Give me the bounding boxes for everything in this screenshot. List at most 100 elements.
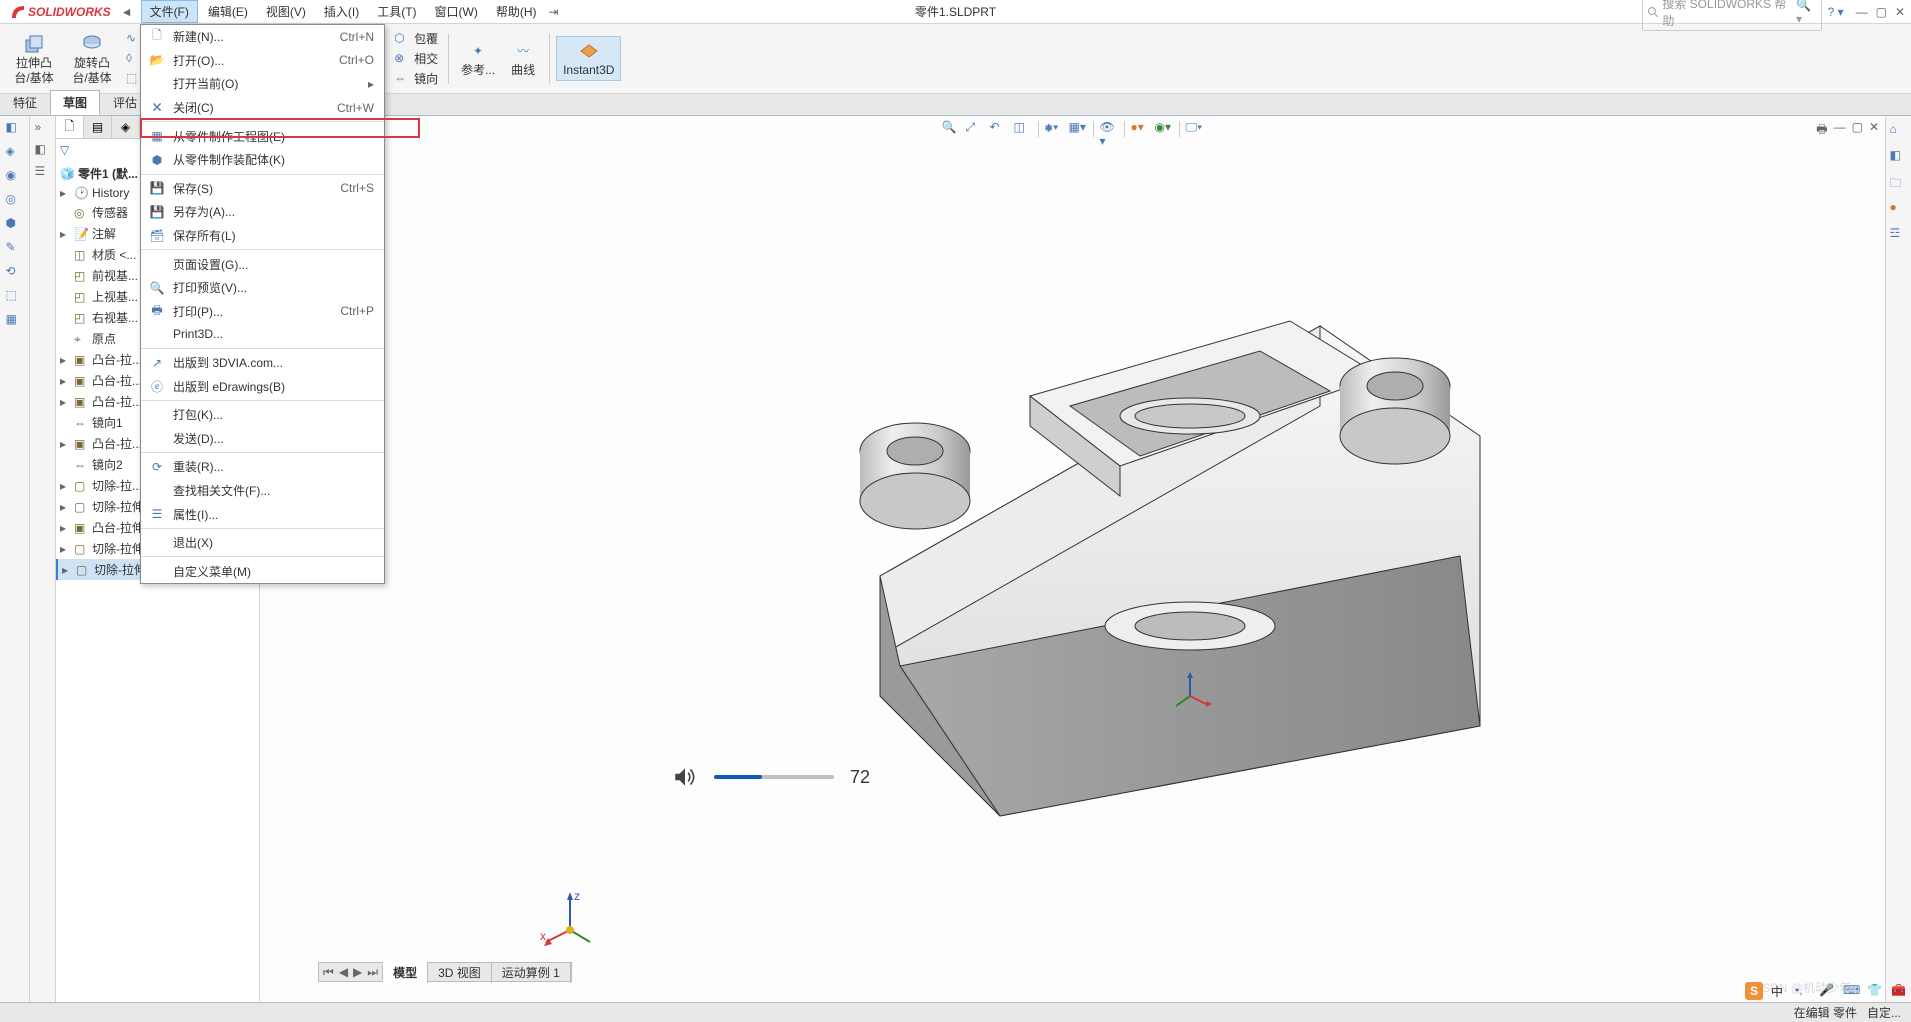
help-icon[interactable]: ? ▾ [1828, 5, 1844, 19]
menu-exit[interactable]: 退出(X) [141, 531, 384, 555]
menu-edit[interactable]: 编辑(E) [200, 1, 256, 22]
menu-make-assembly[interactable]: ⬢从零件制作装配体(K) [141, 148, 384, 172]
bt-last-icon[interactable]: ⏭ [365, 965, 380, 980]
ft-tab-config[interactable]: ▤ [84, 116, 112, 138]
section-view-icon[interactable]: ◫ [1014, 120, 1032, 138]
vp-close-icon[interactable]: ✕ [1869, 120, 1879, 141]
rail-icon-5[interactable]: ⬢ [6, 216, 24, 234]
rail-icon-6[interactable]: ✎ [6, 240, 24, 258]
ime-keyboard-icon[interactable]: ⌨ [1843, 983, 1859, 999]
menu-publish-3dvia[interactable]: ↗出版到 3DVIA.com... [141, 351, 384, 375]
menu-tools[interactable]: 工具(T) [369, 1, 424, 22]
tp-home-icon[interactable]: ⌂ [1890, 122, 1908, 140]
appearance-icon[interactable]: ●▾ [1131, 120, 1149, 138]
side-icon-3[interactable]: ☰ [35, 164, 51, 180]
tp-resources-icon[interactable]: ◧ [1890, 148, 1908, 166]
menu-reload[interactable]: ⟳重装(R)... [141, 455, 384, 479]
side-expand-icon[interactable]: » [35, 120, 51, 136]
rail-icon-8[interactable]: ⬚ [6, 288, 24, 306]
vp-min-icon[interactable]: — [1834, 120, 1846, 141]
menu-make-drawing[interactable]: ▦从零件制作工程图(E) [141, 124, 384, 148]
menu-print3d[interactable]: Print3D... [141, 323, 384, 346]
menu-pack-and-go[interactable]: 打包(K)... [141, 403, 384, 427]
view-triad[interactable]: z x [540, 890, 600, 950]
tp-appearance-icon[interactable]: ● [1890, 200, 1908, 218]
curves-button[interactable]: 〰曲线 [503, 37, 543, 79]
rail-icon-4[interactable]: ◎ [6, 192, 24, 210]
menu-properties[interactable]: ☰属性(I)... [141, 502, 384, 526]
maximize-button[interactable]: ▢ [1876, 5, 1887, 19]
search-input[interactable]: 搜索 SOLIDWORKS 帮助 🔍▾ [1642, 0, 1822, 31]
menu-save-all[interactable]: 🗃保存所有(L) [141, 224, 384, 248]
vp-print-icon[interactable]: 🖶 [1816, 120, 1827, 141]
instant3d-button[interactable]: Instant3D [556, 36, 621, 80]
ime-mic-icon[interactable]: 🎤 [1819, 983, 1835, 999]
bottom-tab-3dview[interactable]: 3D 视图 [428, 962, 492, 983]
bt-first-icon[interactable]: ⏮ [321, 965, 336, 980]
menu-open[interactable]: 📂打开(O)...Ctrl+O [141, 49, 384, 73]
ime-toolbar: S 中 •, 🎤 ⌨ 👕 🧰 [1745, 982, 1907, 1000]
side-icon-2[interactable]: ◧ [35, 142, 51, 158]
menu-print-preview[interactable]: 🔍打印预览(V)... [141, 276, 384, 300]
display-style-icon[interactable]: ▦▾ [1069, 120, 1087, 138]
hide-show-icon[interactable]: 👁▾ [1100, 120, 1118, 138]
tab-features[interactable]: 特征 [0, 90, 50, 115]
menu-window[interactable]: 窗口(W) [427, 1, 486, 22]
tp-library-icon[interactable]: 🗀 [1890, 174, 1908, 192]
ime-toolbox-icon[interactable]: 🧰 [1891, 983, 1907, 999]
vp-max-icon[interactable]: ▢ [1852, 120, 1863, 141]
rail-icon-3[interactable]: ◉ [6, 168, 24, 186]
ime-logo-icon[interactable]: S [1745, 982, 1763, 1000]
menu-open-recent[interactable]: 打开当前(O)▸ [141, 72, 384, 96]
minimize-button[interactable]: — [1856, 5, 1868, 19]
volume-slider[interactable] [714, 775, 834, 779]
rail-icon-2[interactable]: ◈ [6, 144, 24, 162]
search-dropdown-icon[interactable]: 🔍▾ [1796, 0, 1817, 26]
menu-insert[interactable]: 插入(I) [316, 1, 367, 22]
prev-view-icon[interactable]: ↶ [990, 120, 1008, 138]
menu-save-as[interactable]: 💾另存为(A)... [141, 200, 384, 224]
tp-properties-icon[interactable]: ☲ [1890, 226, 1908, 244]
bottom-tab-model[interactable]: 模型 [383, 962, 428, 983]
menu-view[interactable]: 视图(V) [258, 1, 314, 22]
revolve-boss-button[interactable]: 旋转凸 台/基体 [64, 30, 120, 87]
bt-next-icon[interactable]: ▶ [351, 965, 364, 980]
wrap-button[interactable]: ⬡包覆 [390, 29, 442, 48]
menu-send[interactable]: 发送(D)... [141, 427, 384, 451]
file-menu-dropdown: 🗋新建(N)...Ctrl+N 📂打开(O)...Ctrl+O 打开当前(O)▸… [140, 24, 385, 584]
ft-tab-display[interactable]: ◈ [112, 116, 140, 138]
ime-skin-icon[interactable]: 👕 [1867, 983, 1883, 999]
menu-file[interactable]: 文件(F) [141, 0, 198, 23]
ft-tab-tree[interactable]: 🗋 [56, 116, 84, 138]
mirror-button[interactable]: ⇔镜向 [390, 69, 442, 88]
zoom-area-icon[interactable]: ⤢ [966, 120, 984, 138]
ime-punct-icon[interactable]: •, [1795, 983, 1811, 999]
bottom-tab-motion[interactable]: 运动算例 1 [492, 962, 571, 983]
menu-back-icon[interactable]: ◄ [117, 5, 137, 19]
menu-save[interactable]: 💾保存(S)Ctrl+S [141, 177, 384, 201]
reference-geometry-button[interactable]: ✦参考... [455, 37, 501, 79]
intersect-button[interactable]: ⊗相交 [390, 49, 442, 68]
close-button[interactable]: ✕ [1895, 5, 1905, 19]
menu-customize[interactable]: 自定义菜单(M) [141, 559, 384, 583]
menu-find-references[interactable]: 查找相关文件(F)... [141, 479, 384, 503]
menu-publish-edrawings[interactable]: ⓔ出版到 eDrawings(B) [141, 374, 384, 398]
graphics-viewport[interactable]: 🔍 ⤢ ↶ ◫ 🞹▾ ▦▾ 👁▾ ●▾ ◉▾ 🖵▾ 🖶 — ▢ ✕ [260, 116, 1885, 1002]
rail-icon-7[interactable]: ⟲ [6, 264, 24, 282]
menu-page-setup[interactable]: 页面设置(G)... [141, 252, 384, 276]
zoom-fit-icon[interactable]: 🔍 [942, 120, 960, 138]
menu-print[interactable]: 🖶打印(P)...Ctrl+P [141, 300, 384, 324]
menu-close[interactable]: 🗙关闭(C)Ctrl+W [141, 96, 384, 120]
bt-prev-icon[interactable]: ◀ [337, 965, 350, 980]
ime-lang-icon[interactable]: 中 [1771, 983, 1787, 999]
menu-help[interactable]: 帮助(H) [488, 1, 545, 22]
menu-new[interactable]: 🗋新建(N)...Ctrl+N [141, 25, 384, 49]
pin-icon[interactable]: ⇥ [545, 5, 563, 19]
scene-icon[interactable]: ◉▾ [1155, 120, 1173, 138]
view-orientation-icon[interactable]: 🞹▾ [1045, 120, 1063, 138]
rail-icon-9[interactable]: ▦ [6, 312, 24, 330]
rail-icon-1[interactable]: ◧ [6, 120, 24, 138]
tab-sketch[interactable]: 草图 [50, 90, 100, 115]
extrude-boss-button[interactable]: 拉伸凸 台/基体 [6, 30, 62, 87]
view-settings-icon[interactable]: 🖵▾ [1186, 120, 1204, 138]
